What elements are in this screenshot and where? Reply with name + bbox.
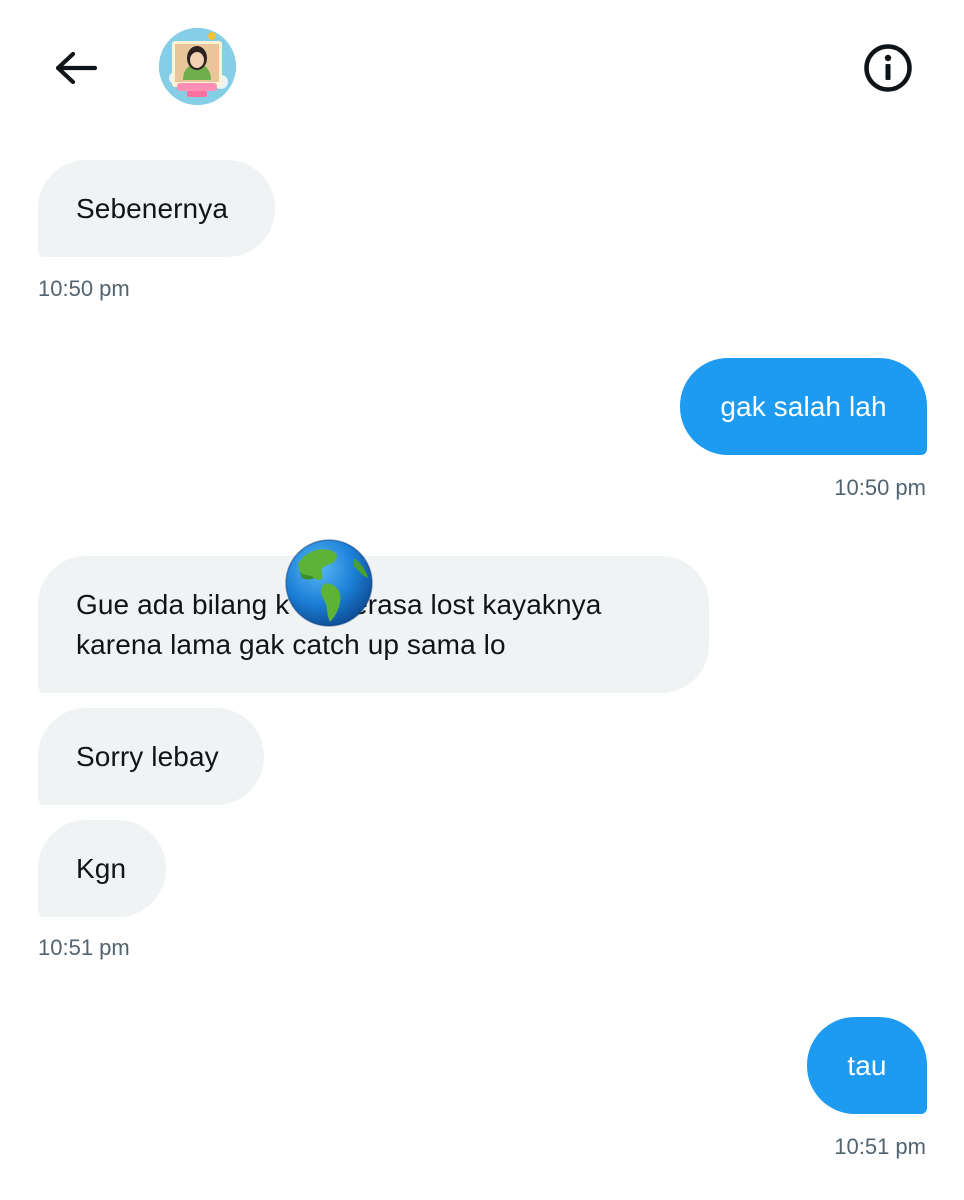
message-text: gak salah lah bbox=[720, 390, 887, 422]
avatar[interactable] bbox=[159, 28, 236, 105]
message-timestamp: 10:51 pm bbox=[834, 1134, 926, 1159]
info-circle-icon bbox=[864, 44, 912, 92]
message-bubble-incoming[interactable]: Sorry lebay bbox=[38, 708, 264, 805]
message-text: tau bbox=[847, 1049, 887, 1081]
message-text: Sorry lebay bbox=[76, 740, 219, 772]
message-text: Sebenernya bbox=[76, 192, 229, 224]
conversation-header bbox=[0, 0, 964, 130]
message-timestamp: 10:50 pm bbox=[834, 475, 926, 500]
back-button[interactable] bbox=[44, 38, 108, 98]
message-timestamp: 10:51 pm bbox=[38, 935, 130, 960]
message-bubble-outgoing[interactable]: gak salah lah bbox=[680, 358, 927, 455]
arrow-left-icon bbox=[55, 51, 98, 85]
message-bubble-incoming[interactable]: Kgn bbox=[38, 820, 166, 917]
message-bubble-outgoing[interactable]: tau bbox=[807, 1017, 927, 1114]
avatar-image bbox=[159, 28, 236, 105]
earth-globe-americas-icon bbox=[285, 539, 373, 627]
message-bubble-incoming[interactable]: Sebenernya bbox=[38, 160, 275, 257]
info-button[interactable] bbox=[856, 38, 920, 98]
dm-conversation-screen: Sebenernya 10:50 pm gak salah lah 10:50 … bbox=[0, 0, 964, 1200]
message-timestamp: 10:50 pm bbox=[38, 276, 130, 301]
message-text: Kgn bbox=[76, 852, 127, 884]
